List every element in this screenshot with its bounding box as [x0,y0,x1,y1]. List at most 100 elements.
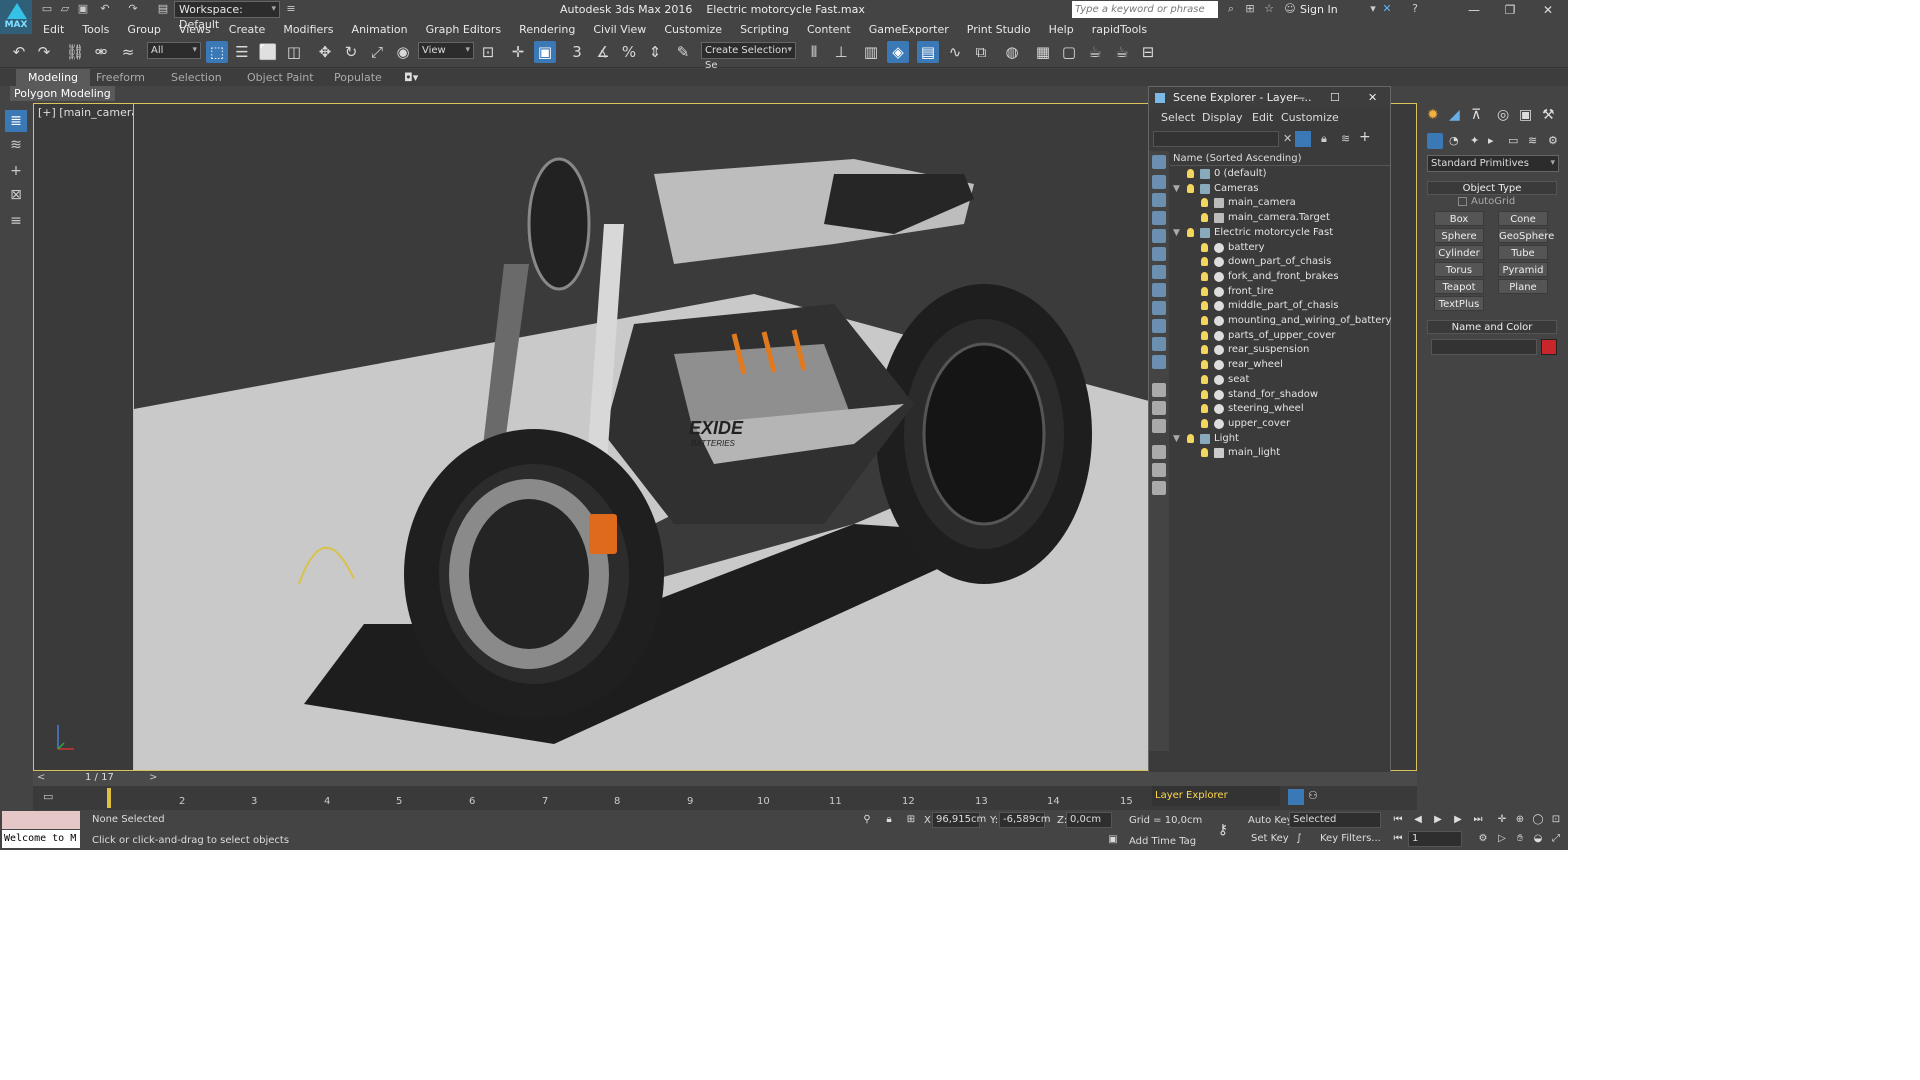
se-menu-edit[interactable]: Edit [1252,111,1273,124]
unlink-icon[interactable]: ⚮ [90,41,112,63]
visibility-bulb-icon[interactable] [1201,257,1208,267]
visibility-bulb-icon[interactable] [1201,330,1208,340]
mini-curve-editor-icon[interactable]: ▭ [43,790,53,803]
tab-selection[interactable]: Selection [159,69,234,86]
textplus-button[interactable]: TextPlus [1434,296,1484,311]
filter-geometry-icon[interactable] [1152,155,1166,169]
tree-item[interactable]: fork_and_front_brakes [1170,270,1390,285]
workspace-dropdown[interactable]: Workspace: Default [174,1,280,31]
tree-item[interactable]: upper_cover [1170,417,1390,432]
menu-tools[interactable]: Tools [73,23,118,36]
tab-freeform[interactable]: Freeform [84,69,157,86]
tab-populate[interactable]: Populate [322,69,394,86]
undo-icon[interactable]: ↶ [98,2,112,16]
subscription-icon[interactable]: ⊞ [1243,2,1257,16]
tree-item[interactable]: front_tire [1170,285,1390,300]
se-column-header[interactable]: Name (Sorted Ascending) [1170,151,1390,166]
window-crossing-icon[interactable]: ◫ [283,41,305,63]
modify-panel-icon[interactable]: ◢ [1449,107,1460,123]
visibility-bulb-icon[interactable] [1201,301,1208,311]
polygon-modeling-panel[interactable]: Polygon Modeling [10,86,115,101]
explorer-selector[interactable]: Layer Explorer [1152,786,1280,806]
a360-render-icon[interactable]: ⊟ [1137,41,1159,63]
scene-explorer-toggle-icon[interactable]: ▥ [860,41,882,63]
project-folder-icon[interactable]: ▤ [156,2,170,16]
named-selection-set-dropdown[interactable]: Create Selection Se [701,42,796,71]
visibility-bulb-icon[interactable] [1201,418,1208,428]
visibility-bulb-icon[interactable] [1201,404,1208,414]
autogrid-checkbox[interactable] [1458,197,1467,206]
y-coordinate-field[interactable]: -6,589cm [999,812,1050,828]
visibility-bulb-icon[interactable] [1201,242,1208,252]
se-lock-icon[interactable]: 🔒︎ [1321,132,1327,146]
visibility-bulb-icon[interactable] [1187,227,1194,237]
filter-invert-icon[interactable] [1152,419,1166,433]
visibility-bulb-icon[interactable] [1201,374,1208,384]
tree-item[interactable]: ▼ Electric motorcycle Fast [1170,226,1390,241]
restore-button[interactable]: ❐ [1492,0,1528,20]
pan-icon[interactable]: ✋︎ [1513,832,1527,846]
filter-options-icon[interactable] [1152,463,1166,477]
menu-customize[interactable]: Customize [655,23,731,36]
expand-toggle-icon[interactable]: ▼ [1173,226,1180,240]
save-icon[interactable]: ▣ [76,2,90,16]
isolate-icon[interactable]: ⚲ [860,813,874,827]
name-and-color-rollout[interactable]: Name and Color [1427,320,1557,334]
sign-in-dropdown-icon[interactable]: ▾ [1366,2,1380,16]
se-menu-customize[interactable]: Customize [1281,111,1339,124]
time-marker[interactable] [107,788,111,808]
se-maximize-button[interactable]: ☐ [1330,87,1340,109]
se-close-button[interactable]: ✕ [1368,87,1377,109]
close-button[interactable]: ✕ [1530,0,1566,20]
place-icon[interactable]: ◉ [392,41,414,63]
scale-icon[interactable]: ⤢ [366,41,388,63]
tree-item[interactable]: stand_for_shadow [1170,388,1390,403]
visibility-bulb-icon[interactable] [1187,433,1194,443]
tab-modeling[interactable]: Modeling [16,69,91,86]
open-file-icon[interactable]: ▱ [58,2,72,16]
go-to-end-icon[interactable]: ⏭ [1471,813,1485,827]
user-icon[interactable]: ☺ [1283,2,1297,16]
visibility-bulb-icon[interactable] [1201,271,1208,281]
rectangle-selection-icon[interactable]: ⬜ [257,41,279,63]
menu-rendering[interactable]: Rendering [510,23,584,36]
rotate-icon[interactable]: ↻ [340,41,362,63]
primitive-type-dropdown[interactable]: Standard Primitives [1427,155,1559,172]
customize-menu-icon[interactable]: ≡ [284,2,298,16]
snaps-toggle-icon[interactable]: 3 [566,41,588,63]
tree-item[interactable]: rear_suspension [1170,343,1390,358]
visibility-bulb-icon[interactable] [1201,213,1208,223]
lights-icon[interactable]: ✦ [1470,134,1479,147]
curve-editor-icon[interactable]: ∿ [944,41,966,63]
menu-gameexporter[interactable]: GameExporter [860,23,958,36]
spacewarps-icon[interactable]: ≋ [1528,134,1537,147]
auto-key-button[interactable]: Auto Key [1248,815,1293,826]
keyboard-shortcut-toggle-icon[interactable]: ▣ [534,41,556,63]
visibility-bulb-icon[interactable] [1201,360,1208,370]
tree-item[interactable]: parts_of_upper_cover [1170,329,1390,344]
motion-panel-icon[interactable]: ◎ [1497,107,1509,123]
next-frame-icon[interactable]: ▶ [1451,813,1465,827]
object-name-input[interactable] [1431,339,1537,355]
ribbon-options-icon[interactable]: ◘▾ [392,69,430,86]
cylinder-button[interactable]: Cylinder [1434,245,1484,260]
zoom-icon[interactable]: ✛ [1495,813,1509,827]
percent-snap-icon[interactable]: % [618,41,640,63]
select-in-layer-icon[interactable]: ⊠ [5,184,27,206]
render-setup-icon[interactable]: ▦ [1032,41,1054,63]
menu-graph-editors[interactable]: Graph Editors [417,23,511,36]
filter-cameras-icon[interactable] [1152,211,1166,225]
zoom-all-icon[interactable]: ⊕ [1513,813,1527,827]
tree-item[interactable]: seat [1170,373,1390,388]
zoom-extents-icon[interactable]: ⊡ [1549,813,1563,827]
torus-button[interactable]: Torus [1434,262,1484,277]
maxscript-mini-listener-top[interactable] [2,811,80,829]
expand-toggle-icon[interactable]: ▼ [1173,182,1180,196]
reference-coordinate-dropdown[interactable]: View [418,42,474,59]
tree-item[interactable]: steering_wheel [1170,402,1390,417]
pyramid-button[interactable]: Pyramid [1498,262,1548,277]
align-icon[interactable]: ⊥ [830,41,852,63]
tree-item[interactable]: 0 (default) [1170,167,1390,182]
new-file-icon[interactable]: ▭ [40,2,54,16]
scene-explorer-mode-icon[interactable]: ⚇ [1308,789,1318,802]
